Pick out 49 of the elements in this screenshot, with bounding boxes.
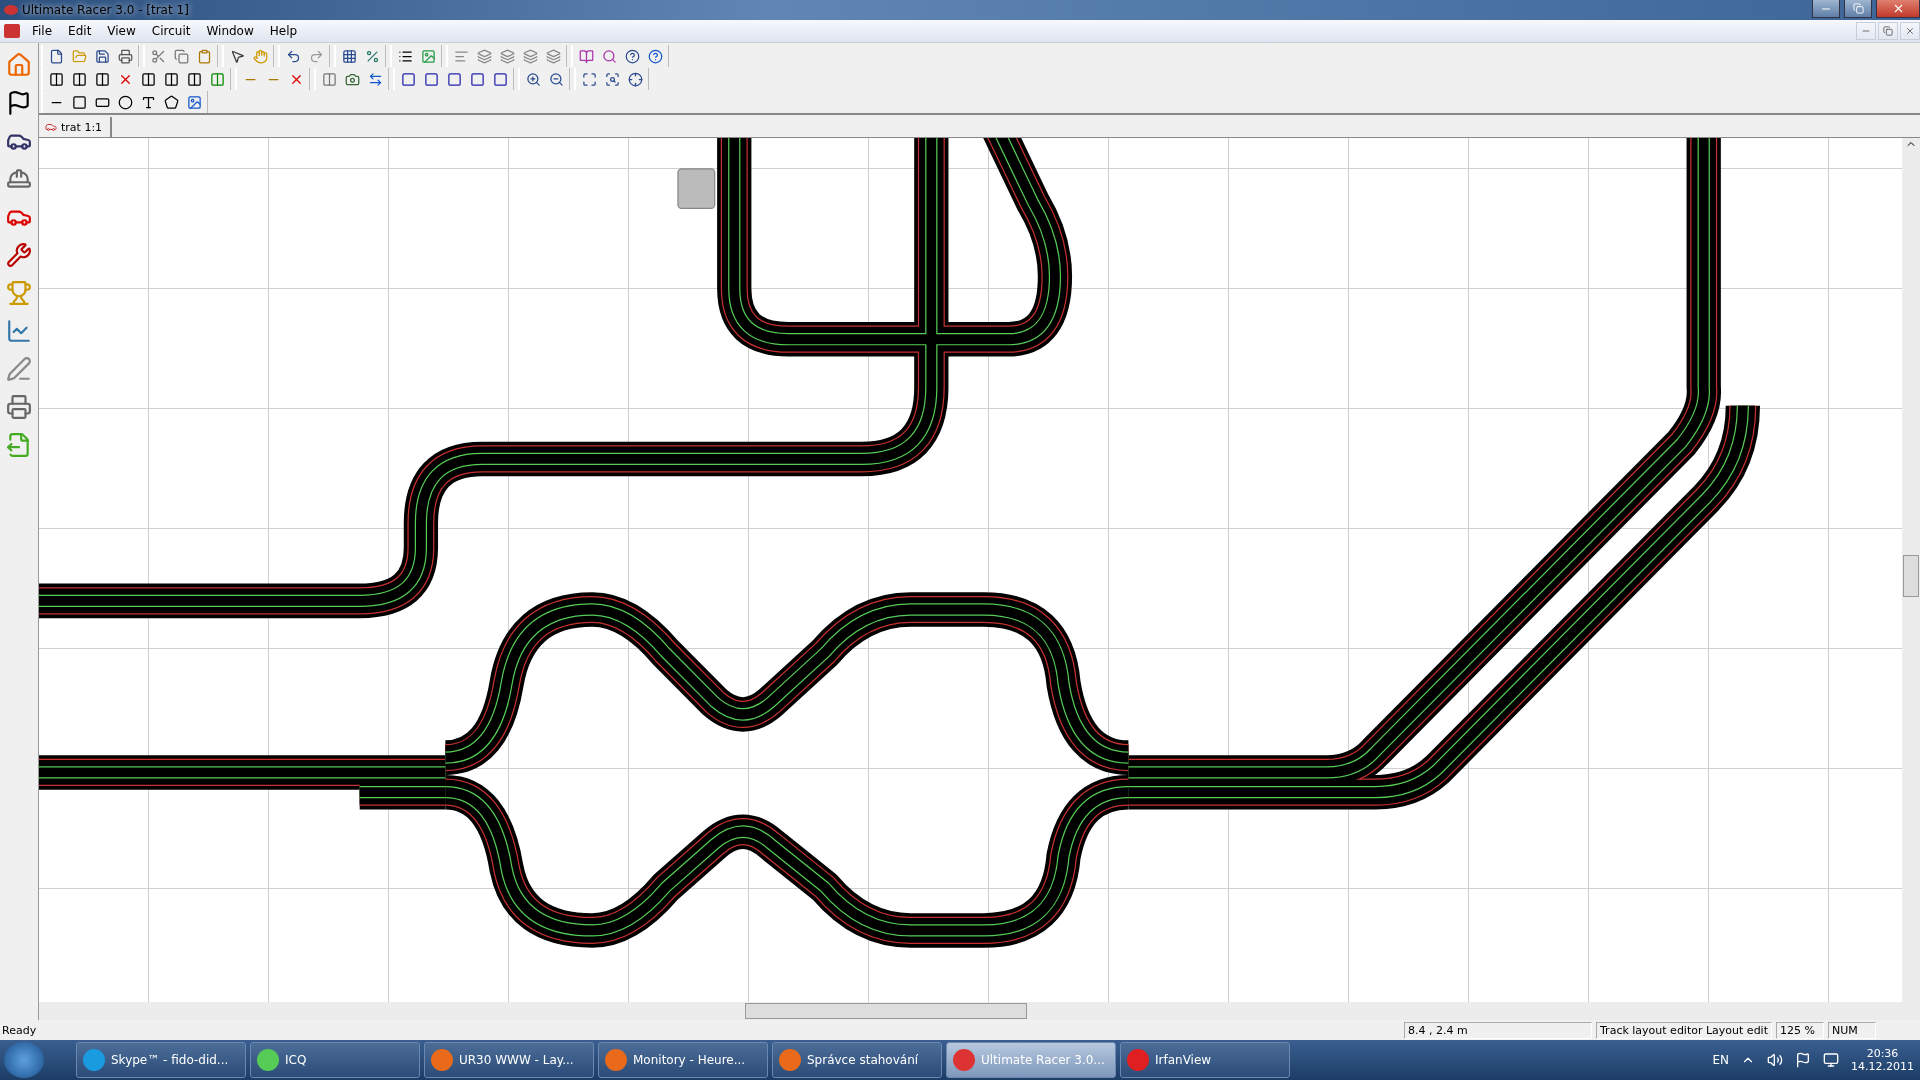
start-button[interactable] <box>4 1042 44 1078</box>
status-panel: 8.4 , 2.4 m <box>1404 1021 1592 1039</box>
menu-item[interactable]: Window <box>198 24 262 38</box>
printer-icon[interactable] <box>5 393 33 421</box>
restore-button[interactable] <box>1844 0 1872 18</box>
status-panel: NUM <box>1828 1021 1876 1039</box>
scroll-thumb[interactable] <box>1903 555 1919 597</box>
house-icon[interactable] <box>5 51 33 79</box>
status-message: Ready <box>2 1023 38 1037</box>
language-indicator[interactable]: EN <box>1712 1053 1729 1067</box>
app-icon <box>779 1049 801 1071</box>
menu-item[interactable]: Help <box>261 24 306 38</box>
restore-icon <box>1852 3 1864 14</box>
restore-icon <box>1883 26 1893 36</box>
menu-item[interactable]: File <box>24 24 61 38</box>
chart-icon[interactable] <box>5 317 33 345</box>
vertical-scrollbar[interactable] <box>1902 138 1920 1002</box>
app-icon <box>83 1049 105 1071</box>
clock-time: 20:36 <box>1866 1047 1899 1060</box>
taskbar-button[interactable]: Správce stahování <box>772 1042 942 1078</box>
menu-item[interactable]: Edit <box>60 24 100 38</box>
flag-icon[interactable] <box>1795 1052 1811 1068</box>
scroll-thumb[interactable] <box>745 1003 1027 1019</box>
app-icon <box>431 1049 453 1071</box>
window-title: Ultimate Racer 3.0 - [trat 1] <box>22 3 190 17</box>
car-icon <box>45 121 57 133</box>
close-button[interactable] <box>1876 0 1920 18</box>
pencil-icon[interactable] <box>5 355 33 383</box>
close-icon <box>1905 26 1915 36</box>
network-icon[interactable] <box>1823 1052 1839 1068</box>
minimize-button[interactable] <box>1812 0 1840 18</box>
speaker-icon[interactable] <box>1767 1052 1783 1068</box>
app-icon <box>953 1049 975 1071</box>
app-icon <box>4 5 18 15</box>
app-icon <box>605 1049 627 1071</box>
horizontal-scrollbar[interactable] <box>39 1002 1920 1020</box>
menu-item[interactable]: Circuit <box>143 24 199 38</box>
app-icon <box>1127 1049 1149 1071</box>
menu-item[interactable]: View <box>99 24 144 38</box>
status-panel: 125 % <box>1776 1021 1824 1039</box>
taskbar-button[interactable]: Monitory - Heure... <box>598 1042 768 1078</box>
taskbar-button[interactable]: UR30 WWW - Lay... <box>424 1042 594 1078</box>
document-icon <box>4 24 20 38</box>
status-panel: Track layout editor Layout edit <box>1596 1021 1772 1039</box>
app-icon <box>257 1049 279 1071</box>
taskbar-button[interactable]: Skype™ - fido-did... <box>76 1042 246 1078</box>
taskbar-button[interactable]: ICQ <box>250 1042 420 1078</box>
clock-date: 14.12.2011 <box>1851 1060 1914 1073</box>
taskbar-button[interactable]: IrfanView <box>1120 1042 1290 1078</box>
